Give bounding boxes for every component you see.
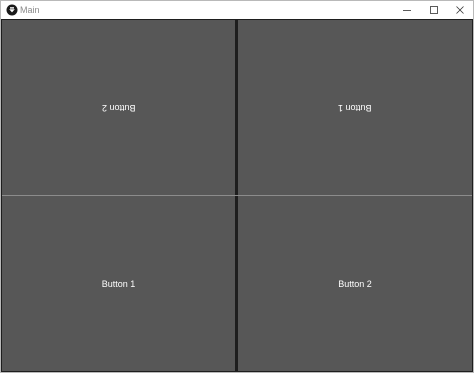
button-bottom-right[interactable]: Button 2 <box>238 196 472 371</box>
button-label: Button 2 <box>101 102 136 113</box>
button-label: Button 1 <box>338 102 372 113</box>
app-window: Main Button 2 Button 1 Button 1 Button 2 <box>0 0 474 373</box>
minimize-icon <box>403 10 411 11</box>
row-divider <box>2 195 472 196</box>
button-top-left[interactable]: Button 2 <box>2 20 235 195</box>
button-grid: Button 2 Button 1 Button 1 Button 2 <box>1 19 473 372</box>
close-button[interactable] <box>446 1 474 19</box>
button-label: Button 2 <box>338 278 372 289</box>
kivy-app-icon <box>6 4 18 16</box>
title-bar[interactable]: Main <box>1 1 473 19</box>
maximize-button[interactable] <box>420 1 448 19</box>
maximize-icon <box>430 6 438 14</box>
button-label: Button 1 <box>101 278 136 289</box>
button-top-right[interactable]: Button 1 <box>238 20 472 195</box>
window-title: Main <box>20 5 40 15</box>
minimize-button[interactable] <box>393 1 421 19</box>
close-icon <box>456 6 464 14</box>
button-bottom-left[interactable]: Button 1 <box>2 196 235 371</box>
